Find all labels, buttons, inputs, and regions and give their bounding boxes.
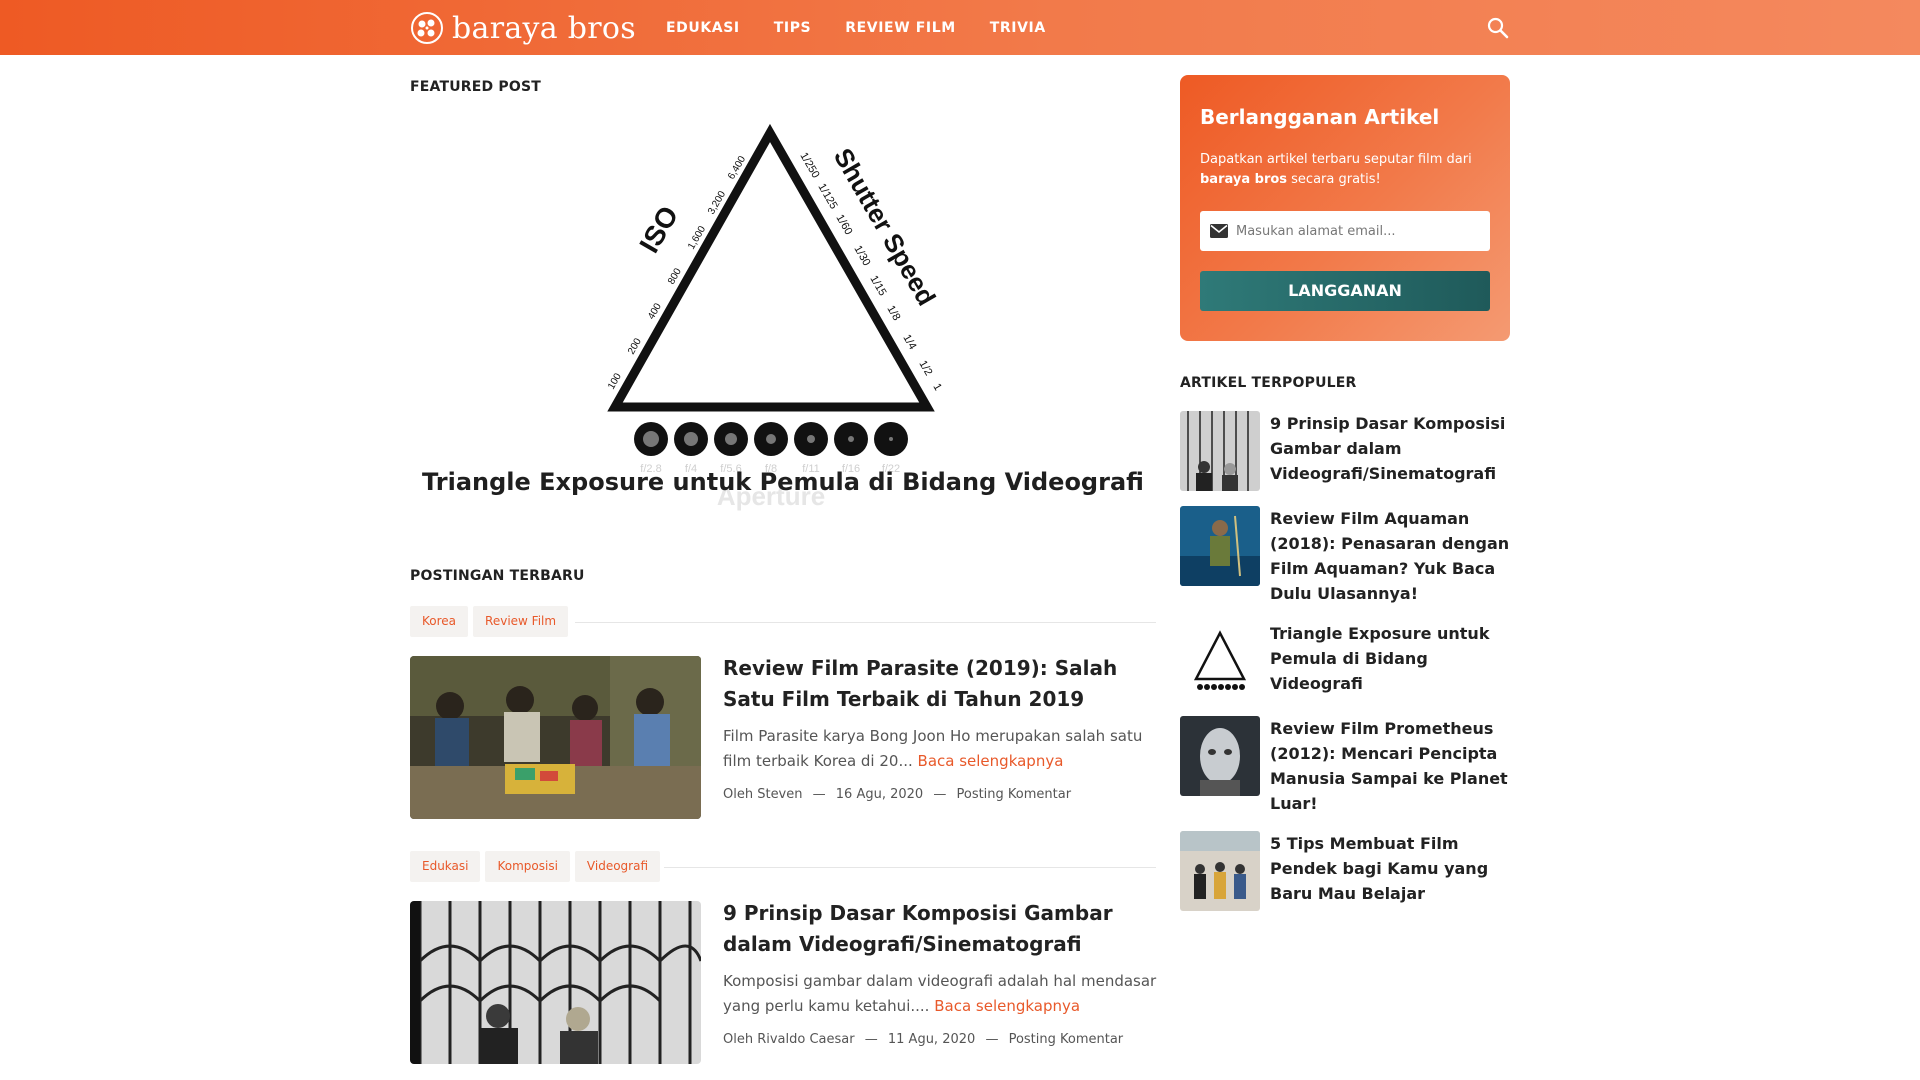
nav-trivia[interactable]: TRIVIA — [990, 20, 1046, 36]
recent-posts-label: POSTINGAN TERBARU — [410, 568, 585, 584]
shutter-value: 1/2 — [916, 359, 934, 378]
shutter-value: 1/15 — [867, 274, 888, 299]
shutter-value: 1/4 — [900, 333, 918, 352]
divider — [664, 867, 1156, 868]
post-title[interactable]: 9 Prinsip Dasar Komposisi Gambar dalam V… — [723, 898, 1153, 960]
popular-title: 9 Prinsip Dasar Komposisi Gambar dalam V… — [1270, 414, 1506, 483]
top-navigation-bar: baraya bros EDUKASI TIPS REVIEW FILM TRI… — [0, 0, 1920, 55]
subscribe-desc-text: Dapatkan artikel terbaru seputar film da… — [1200, 152, 1472, 167]
site-name: baraya bros — [452, 10, 636, 46]
subscribe-desc-text: secara gratis! — [1287, 172, 1381, 187]
tag-videografi[interactable]: Videografi — [574, 851, 661, 882]
post-title[interactable]: Review Film Parasite (2019): Salah Satu … — [723, 653, 1153, 715]
featured-image-exposure-triangle[interactable]: ISO 100 200 400 800 1,600 3,200 6,400 Sh… — [600, 120, 960, 515]
post-tags: Korea Review Film — [410, 606, 573, 637]
site-logo[interactable]: baraya bros — [410, 9, 636, 47]
post-thumbnail-komposisi[interactable] — [410, 901, 701, 1064]
tag-review-film[interactable]: Review Film — [473, 606, 569, 637]
shutter-value: 1/250 — [797, 151, 821, 181]
post-meta: Oleh Rivaldo Caesar — 11 Agu, 2020 — Pos… — [723, 1032, 1129, 1047]
subscribe-title: Berlangganan Artikel — [1200, 105, 1440, 129]
mail-icon — [1210, 224, 1228, 238]
subscribe-description: Dapatkan artikel terbaru seputar film da… — [1200, 150, 1490, 190]
search-icon[interactable] — [1485, 15, 1511, 41]
tag-edukasi[interactable]: Edukasi — [410, 851, 481, 882]
post-tags: Edukasi Komposisi Videografi — [410, 851, 665, 882]
read-more-link[interactable]: Baca selengkapnya — [918, 752, 1064, 770]
popular-item[interactable]: Triangle Exposure untuk Pemula di Bidang… — [1180, 621, 1510, 701]
subscribe-box: Berlangganan Artikel Dapatkan artikel te… — [1180, 75, 1510, 341]
nav-review-film[interactable]: REVIEW FILM — [845, 20, 956, 36]
post-date: 16 Agu, 2020 — [835, 787, 924, 802]
film-reel-icon — [411, 12, 443, 44]
popular-thumbnail — [1180, 716, 1260, 796]
post-comments-link[interactable]: Posting Komentar — [956, 787, 1071, 802]
featured-post-label: FEATURED POST — [410, 79, 542, 95]
meta-separator: — — [933, 787, 947, 802]
post-excerpt: Komposisi gambar dalam videografi adalah… — [723, 969, 1163, 1019]
email-field-wrapper — [1200, 211, 1490, 251]
tag-komposisi[interactable]: Komposisi — [485, 851, 570, 882]
post-comments-link[interactable]: Posting Komentar — [1009, 1032, 1124, 1047]
tag-korea[interactable]: Korea — [410, 606, 469, 637]
popular-item[interactable]: Review Film Aquaman (2018): Penasaran de… — [1180, 506, 1510, 606]
post-meta: Oleh Steven — 16 Agu, 2020 — Posting Kom… — [723, 787, 1077, 802]
popular-title: Review Film Aquaman (2018): Penasaran de… — [1270, 509, 1510, 603]
meta-separator: — — [864, 1032, 878, 1047]
iso-label: ISO — [633, 201, 684, 258]
popular-title: Triangle Exposure untuk Pemula di Bidang… — [1270, 624, 1490, 693]
parasite-image — [410, 656, 701, 819]
post-date: 11 Agu, 2020 — [887, 1032, 976, 1047]
subscribe-button[interactable]: LANGGANAN — [1200, 271, 1490, 311]
popular-title: Review Film Prometheus (2012): Mencari P… — [1270, 719, 1508, 813]
popular-thumbnail — [1180, 506, 1260, 586]
shutter-value: 1 — [930, 382, 943, 393]
popular-item[interactable]: 5 Tips Membuat Film Pendek bagi Kamu yan… — [1180, 831, 1510, 911]
nav-edukasi[interactable]: EDUKASI — [666, 20, 740, 36]
komposisi-image — [410, 901, 701, 1064]
meta-separator: — — [985, 1032, 999, 1047]
popular-thumbnail — [1180, 621, 1260, 701]
meta-separator: — — [812, 787, 826, 802]
popular-thumbnail — [1180, 411, 1260, 491]
subscribe-desc-brand: baraya bros — [1200, 172, 1288, 187]
popular-item[interactable]: 9 Prinsip Dasar Komposisi Gambar dalam V… — [1180, 411, 1510, 491]
email-input[interactable] — [1236, 223, 1486, 239]
shutter-value: 1/125 — [815, 182, 839, 212]
main-nav: EDUKASI TIPS REVIEW FILM TRIVIA — [666, 0, 1080, 55]
shutter-value: 1/60 — [833, 213, 854, 238]
post-thumbnail-parasite[interactable] — [410, 656, 701, 819]
nav-tips[interactable]: TIPS — [774, 20, 812, 36]
popular-thumbnail — [1180, 831, 1260, 911]
shutter-value: 1/8 — [884, 304, 902, 323]
post-author[interactable]: Oleh Steven — [723, 787, 803, 802]
read-more-link[interactable]: Baca selengkapnya — [934, 997, 1080, 1015]
popular-articles-label: ARTIKEL TERPOPULER — [1180, 375, 1357, 391]
popular-title: 5 Tips Membuat Film Pendek bagi Kamu yan… — [1270, 834, 1489, 903]
post-excerpt: Film Parasite karya Bong Joon Ho merupak… — [723, 724, 1163, 774]
shutter-value: 1/30 — [851, 244, 872, 269]
post-author[interactable]: Oleh Rivaldo Caesar — [723, 1032, 855, 1047]
popular-item[interactable]: Review Film Prometheus (2012): Mencari P… — [1180, 716, 1510, 816]
featured-post-title[interactable]: Triangle Exposure untuk Pemula di Bidang… — [410, 468, 1156, 496]
divider — [575, 622, 1156, 623]
